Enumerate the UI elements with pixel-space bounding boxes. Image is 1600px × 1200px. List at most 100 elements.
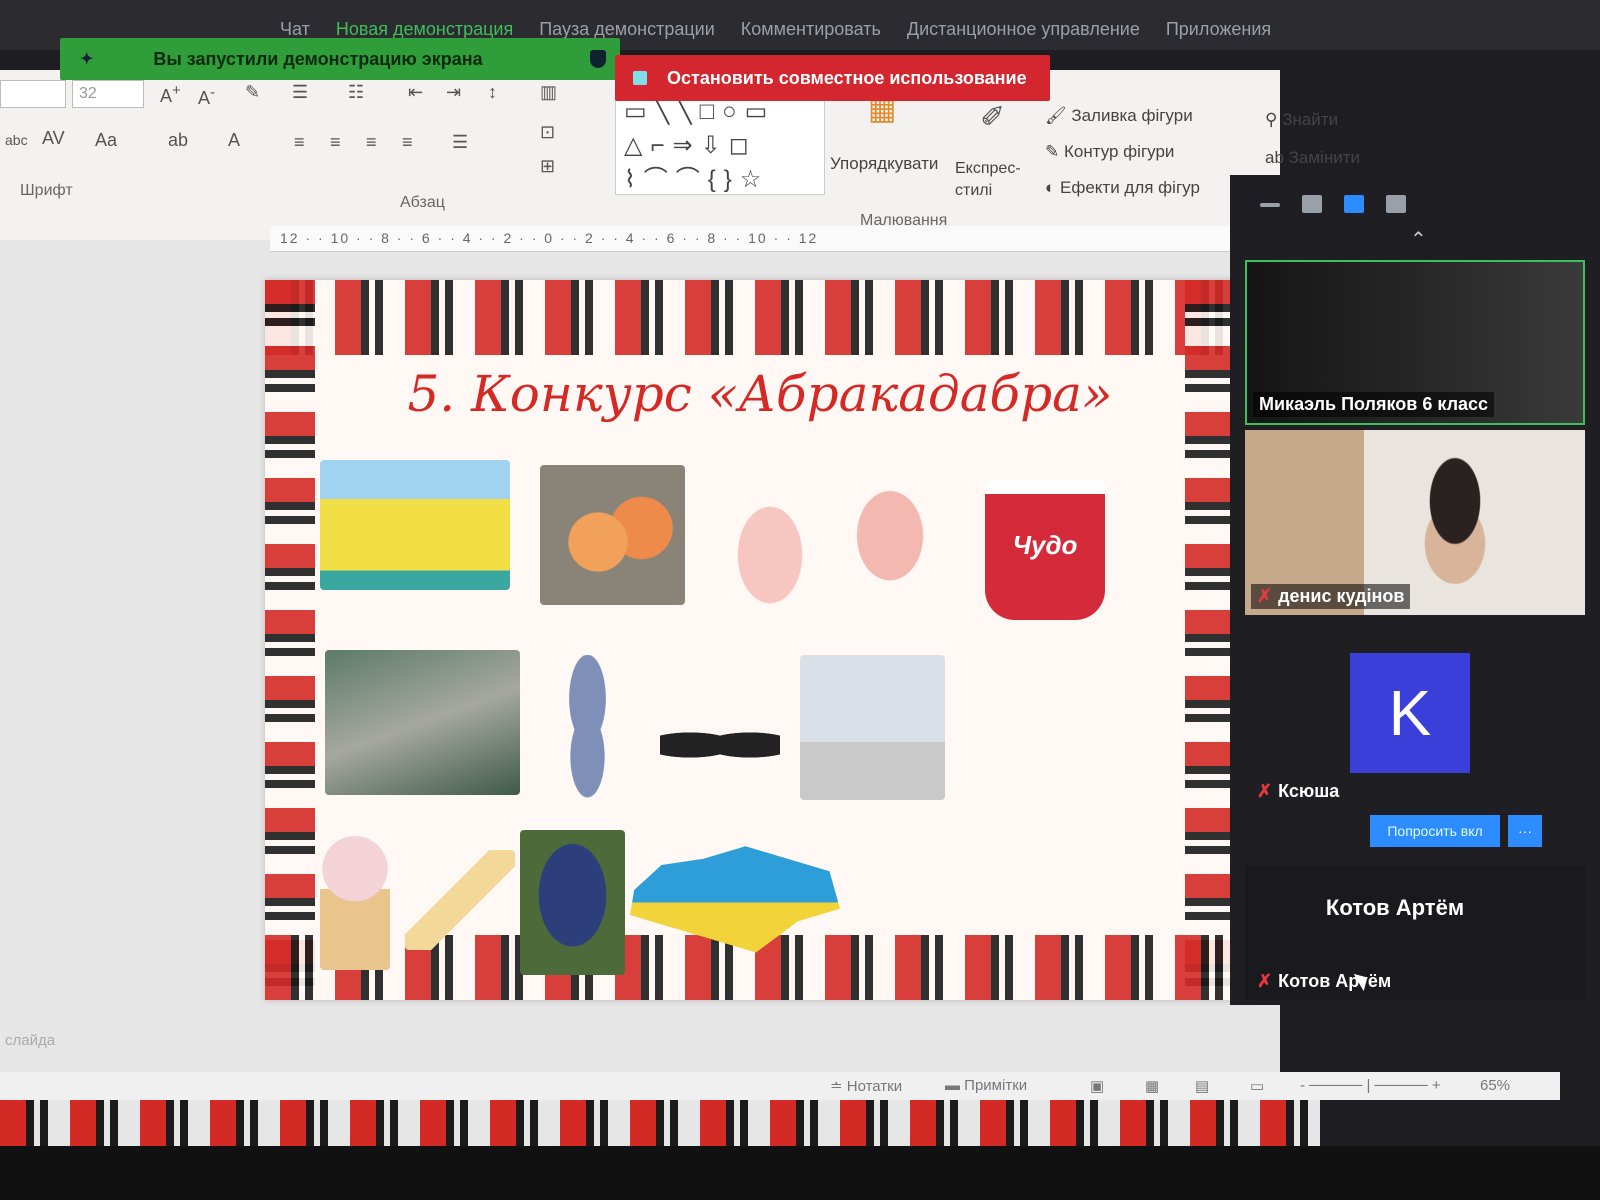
apps-button[interactable]: Приложения [1166,19,1271,40]
find-label: Знайти [1282,110,1339,129]
paragraph-group-label: Абзац [400,194,445,211]
font-size-select[interactable]: 32 [72,80,144,108]
shape-fill-button[interactable]: 🖌 Заливка фігури [1045,106,1193,126]
chat-button[interactable]: Чат [280,19,310,40]
shape-outline-button[interactable]: ✎ Контур фігури [1045,142,1174,162]
slide-sorter-icon[interactable]: ▦ [1145,1077,1159,1095]
align-text-icon[interactable]: ⊡ [540,122,555,143]
owl-picture [325,650,520,795]
char-spacing-icon[interactable]: AV [42,128,65,149]
monitor-bezel [0,1146,1600,1200]
strikethrough-icon[interactable]: abc [5,132,28,148]
shield-icon [590,50,606,68]
pencil-picture [405,850,515,950]
sharing-status-banner: ✦ Вы запустили демонстрацию экрана [60,38,620,80]
text-direction-icon[interactable]: ☰ [452,132,468,153]
slideshow-icon[interactable]: ▭ [1250,1077,1264,1095]
highlight-icon[interactable]: ab [168,130,188,151]
quick-styles-button[interactable]: Експрес-стилі [955,158,1035,202]
slide-canvas[interactable]: 5. Конкурс «Абракадабра» Чудо [265,280,1255,1000]
justify-icon[interactable]: ≡ [402,132,413,153]
man-with-balloons-picture [800,655,945,800]
sunglasses-picture [660,720,780,770]
arrange-button[interactable]: Упорядкувати [830,154,938,174]
slide-counter: слайда [5,1032,56,1049]
notes-label: Нотатки [846,1078,903,1095]
single-video-icon[interactable] [1302,195,1322,213]
pause-share-button[interactable]: Пауза демонстрации [539,19,715,40]
reading-view-icon[interactable]: ▤ [1195,1077,1209,1095]
yogurt-cup-picture: Чудо [985,480,1105,620]
more-options-button[interactable]: ··· [1508,815,1542,847]
zoom-participants-panel: ⌃ Микаэль Поляков 6 класс ✗ денис кудінов… [1230,175,1600,1005]
participant-tile[interactable]: ✗ Котов Артём [1245,865,1585,1000]
apricots-picture [540,465,685,605]
participant-name-label: ✗ Котов Артём [1251,969,1397,994]
align-center-icon[interactable]: ≡ [330,132,341,153]
active-speaker-name: Котов Артём [1325,895,1465,920]
participant-name: Котов Артём [1278,971,1392,991]
school-building-picture [320,460,510,590]
align-left-icon[interactable]: ≡ [294,132,305,153]
ornament-bottom-strip [0,1100,1320,1146]
replace-label: Замінити [1288,148,1360,167]
stop-share-icon [633,71,647,85]
gallery-grid-icon[interactable] [1386,195,1406,213]
line-spacing-icon[interactable]: ↕ [488,82,497,103]
pen-icon: ✎ [1045,142,1064,161]
change-case-icon[interactable]: Aa [95,130,117,151]
shapes-gallery[interactable]: ▭╲╲□○▭ △⌐⇒⇩◻ ⌇⌒⌒{}☆ [615,90,825,195]
remote-control-button[interactable]: Дистанционное управление [907,19,1140,40]
horizontal-ruler: 12 · · 10 · · 8 · · 6 · · 4 · · 2 · · 0 … [270,226,1270,252]
grow-font-icon[interactable]: A+ [160,82,181,107]
video-layout-controls [1260,195,1406,213]
replace-icon: ab [1265,148,1289,167]
normal-view-icon[interactable]: ▣ [1090,1077,1104,1095]
decrease-indent-icon[interactable]: ⇤ [408,82,423,103]
comments-button[interactable]: ▬ Примітки [945,1077,1027,1094]
replace-button[interactable]: ab Замінити [1265,148,1360,168]
zoom-level: 65% [1480,1077,1511,1094]
shape-effects-label: Ефекти для фігур [1060,178,1200,197]
ice-cream-picture [320,835,390,970]
clear-format-icon[interactable]: ✎ [245,82,260,103]
powerpoint-status-bar: слайда ≐ Нотатки ▬ Примітки ▣ ▦ ▤ ▭ - ──… [0,1032,1560,1100]
zoom-slider[interactable]: - ───── | ───── + [1300,1077,1441,1094]
find-button[interactable]: ⚲ Знайти [1265,110,1338,130]
numbering-icon[interactable]: ☷ [348,82,364,103]
participant-tile[interactable]: Микаэль Поляков 6 класс [1245,260,1585,425]
scroll-up-icon[interactable]: ⌃ [1410,227,1427,252]
comment-icon: ▬ [945,1077,965,1094]
participant-name-label: ✗ денис кудінов [1251,584,1411,609]
annotate-button[interactable]: Комментировать [741,19,881,40]
columns-icon[interactable]: ▥ [540,82,557,103]
font-color-icon[interactable]: A [228,130,240,151]
minimize-icon[interactable] [1260,203,1280,207]
new-share-button[interactable]: Новая демонстрация [336,19,513,40]
increase-indent-icon[interactable]: ⇥ [446,82,461,103]
drag-handle-icon[interactable]: ✦ [80,49,93,69]
shrink-font-icon[interactable]: A- [198,84,215,109]
participant-name-label: ✗ Ксюша [1251,779,1345,804]
font-name-select[interactable] [0,80,66,108]
ask-to-unmute-button[interactable]: Попросить вкл [1370,815,1500,847]
shape-effects-button[interactable]: ◐ Ефекти для фігур [1045,178,1200,198]
notes-button[interactable]: ≐ Нотатки [830,1077,902,1095]
paint-bucket-icon: 🖌 [1045,106,1072,125]
avatar: K [1350,653,1470,773]
align-right-icon[interactable]: ≡ [366,132,377,153]
muted-mic-icon: ✗ [1257,781,1273,801]
ornament-top-border [265,280,1255,355]
vertical-strip-icon[interactable] [1344,195,1364,213]
smartart-icon[interactable]: ⊞ [540,156,555,177]
participant-tile[interactable]: K ✗ Ксюша [1245,625,1585,810]
participant-name: Ксюша [1278,781,1340,801]
search-icon: ⚲ [1265,110,1283,129]
effects-icon: ◐ [1045,178,1060,197]
stop-share-button[interactable]: Остановить совместное использование [615,55,1050,101]
wolf-cartoon-picture [545,655,630,800]
muted-mic-icon: ✗ [1257,971,1273,991]
bullets-icon[interactable]: ☰ [292,82,308,103]
quick-styles-icon[interactable]: ✐ [980,100,1005,135]
participant-tile[interactable]: ✗ денис кудінов [1245,430,1585,615]
